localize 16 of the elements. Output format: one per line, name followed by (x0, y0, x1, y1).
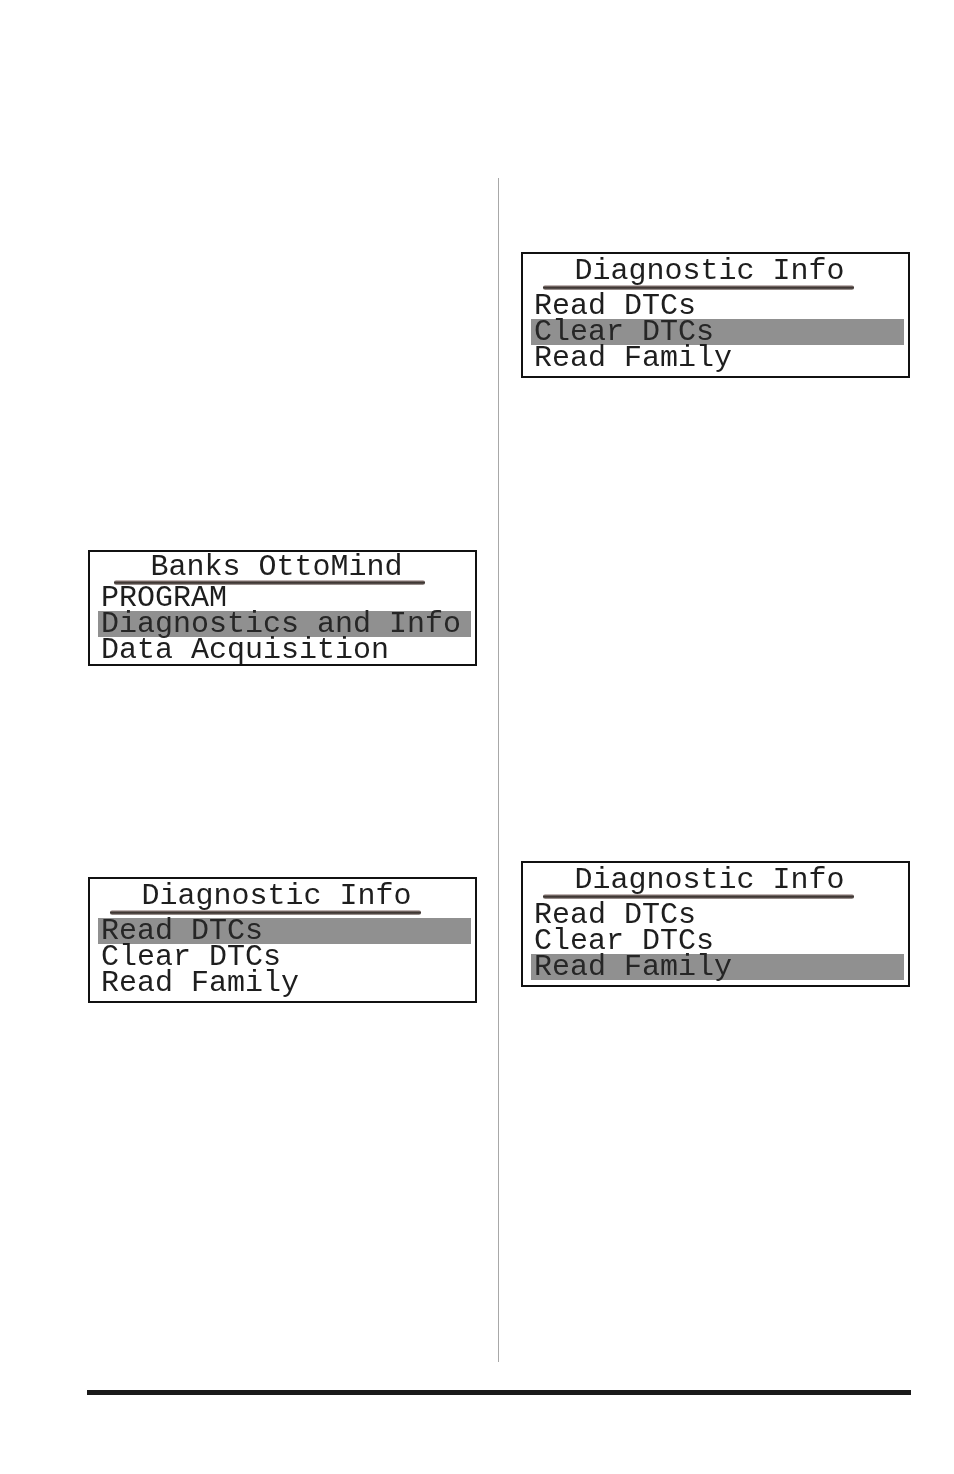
menu-item[interactable]: Clear DTCs (531, 928, 904, 954)
screen-title: Diagnostic Info (574, 258, 845, 284)
screen-title: Banks OttoMind (150, 555, 403, 579)
menu-item[interactable]: Read DTCs (98, 918, 471, 944)
menu-item[interactable]: Clear DTCs (531, 319, 904, 345)
menu-item[interactable]: Read Family (531, 345, 904, 371)
menu-item[interactable]: Diagnostics and Info (98, 611, 471, 637)
screen-title: Diagnostic Info (141, 883, 412, 909)
menu-item[interactable]: Read Family (98, 970, 471, 996)
menu-item[interactable]: Read DTCs (531, 902, 904, 928)
menu-item[interactable]: Read DTCs (531, 293, 904, 319)
menu-item[interactable]: PROGRAM (98, 585, 471, 611)
menu-item[interactable]: Clear DTCs (98, 944, 471, 970)
menu-item[interactable]: Read Family (531, 954, 904, 980)
menu-item[interactable]: Data Acquisition (98, 637, 471, 663)
screen-title: Diagnostic Info (574, 867, 845, 893)
